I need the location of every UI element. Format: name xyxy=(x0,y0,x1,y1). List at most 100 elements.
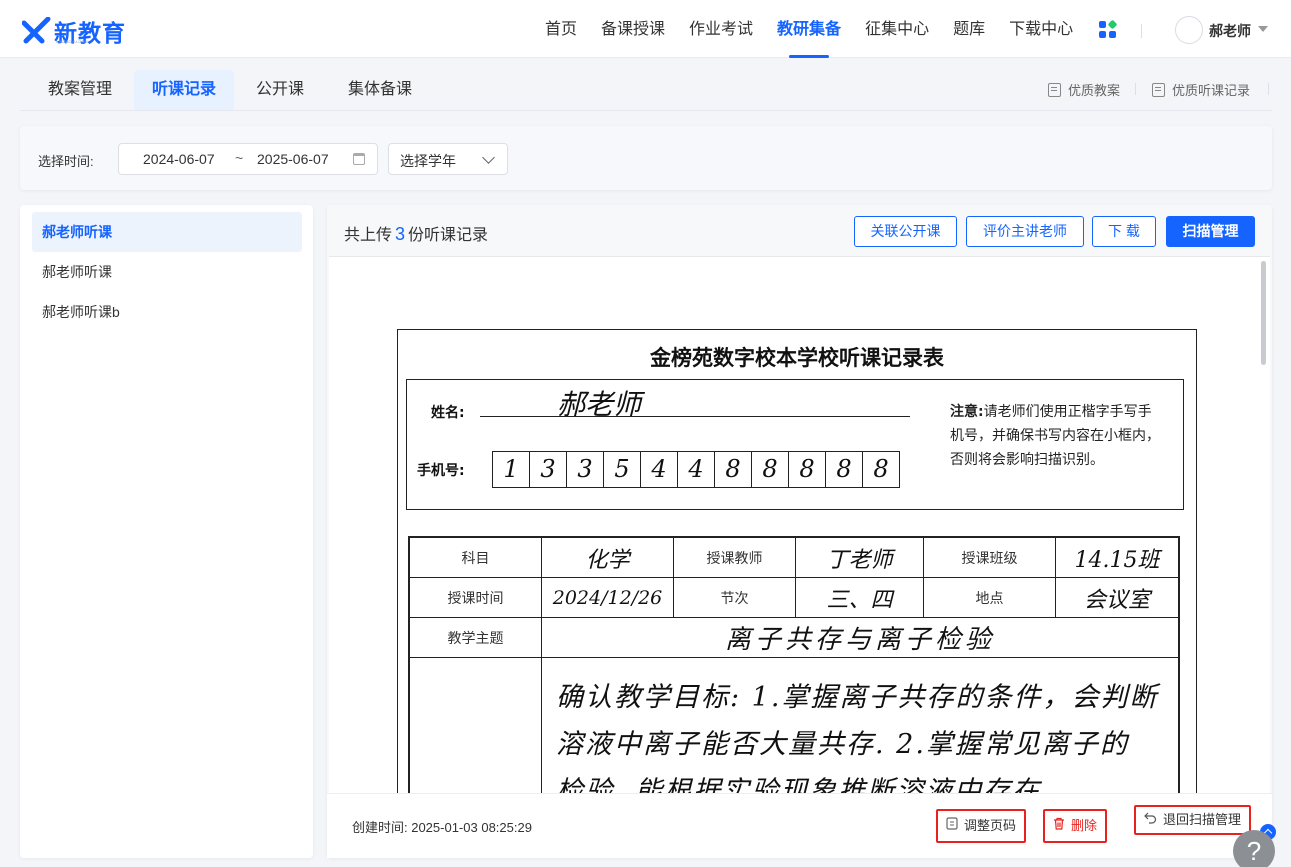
back-to-scan-button[interactable]: 退回扫描管理 xyxy=(1134,805,1252,835)
document-viewer[interactable]: 金榜苑数字校本学校听课记录表 姓名: 郝老师 手机号: 1 3 3 5 4 4 … xyxy=(329,256,1270,793)
count-suffix: 份听课记录 xyxy=(408,227,489,244)
link-divider xyxy=(1268,83,1269,95)
phone-digit: 3 xyxy=(566,451,604,488)
content-line: 确认教学目标: 1.掌握离子共存的条件，会判断 xyxy=(556,682,1159,713)
logo-mark-icon xyxy=(21,16,52,45)
logo-subtext: XINJIAOYU.COM xyxy=(56,39,88,44)
school-year-select[interactable]: 选择学年 xyxy=(388,143,508,175)
user-name[interactable]: 郝老师 xyxy=(1209,21,1251,41)
nav-question-bank[interactable]: 题库 xyxy=(953,0,985,58)
phone-digit: 8 xyxy=(825,451,863,488)
observation-form-scan: 金榜苑数字校本学校听课记录表 姓名: 郝老师 手机号: 1 3 3 5 4 4 … xyxy=(397,329,1197,793)
caret-down-icon[interactable] xyxy=(1258,26,1268,32)
filter-bar: 选择时间: 2024-06-07 ~ 2025-06-07 选择学年 xyxy=(20,126,1272,190)
list-item[interactable]: 郝老师听课 xyxy=(32,212,302,252)
record-list-panel: 郝老师听课 郝老师听课 郝老师听课b xyxy=(20,205,313,858)
page-order-icon xyxy=(946,811,958,841)
tab-lesson-plans[interactable]: 教案管理 xyxy=(32,70,128,110)
subject-label: 科目 xyxy=(409,537,542,578)
name-underline xyxy=(480,416,910,417)
download-button[interactable]: 下 载 xyxy=(1092,216,1156,247)
teacher-info-box: 姓名: 郝老师 手机号: 1 3 3 5 4 4 8 8 8 8 8 注意:请老… xyxy=(406,379,1184,510)
date-range-picker[interactable]: 2024-06-07 ~ 2025-06-07 xyxy=(118,143,378,175)
sub-tabs: 教案管理 听课记录 公开课 集体备课 优质教案 优质听课记录 xyxy=(20,70,1272,111)
help-button[interactable]: ? xyxy=(1233,830,1275,867)
phone-digit: 4 xyxy=(677,451,715,488)
header-divider xyxy=(1141,24,1142,38)
undo-icon xyxy=(1144,807,1157,833)
content-label-cell xyxy=(409,657,542,793)
avatar[interactable] xyxy=(1175,16,1203,44)
link-open-class-button[interactable]: 关联公开课 xyxy=(854,216,957,247)
list-item[interactable]: 郝老师听课 xyxy=(32,252,302,292)
adjust-page-label: 调整页码 xyxy=(964,818,1017,833)
notice-heading: 注意: xyxy=(950,404,984,420)
phone-digit: 4 xyxy=(640,451,678,488)
phone-digit: 8 xyxy=(751,451,789,488)
viewer-scrollbar[interactable] xyxy=(1261,261,1266,365)
class-value: 14.15班 xyxy=(1055,537,1179,578)
quality-observation-label: 优质听课记录 xyxy=(1172,83,1251,98)
content-line: 溶液中离子能否大量共存. 2.掌握常见离子的 xyxy=(556,729,1129,760)
phone-digit: 1 xyxy=(492,451,530,488)
time-label: 授课时间 xyxy=(409,577,542,618)
upload-count: 共上传 3 份听课记录 xyxy=(344,221,488,245)
place-label: 地点 xyxy=(923,577,1056,618)
delete-button[interactable]: 删除 xyxy=(1043,809,1108,843)
topic-label: 教学主题 xyxy=(409,617,542,658)
link-divider xyxy=(1135,83,1136,95)
form-notice: 注意:请老师们使用正楷字手写手机号，并确保书写内容在小框内，否则将会影响扫描识别… xyxy=(950,400,1165,472)
top-header: 新教育 XINJIAOYU.COM 首页 备课授课 作业考试 教研集备 征集中心… xyxy=(0,0,1291,58)
list-item[interactable]: 郝老师听课b xyxy=(32,292,302,332)
apps-grid-icon[interactable] xyxy=(1099,19,1118,39)
phone-digit: 8 xyxy=(714,451,752,488)
nav-home[interactable]: 首页 xyxy=(545,0,577,58)
nav-lesson-prep[interactable]: 备课授课 xyxy=(601,0,665,58)
subject-value: 化学 xyxy=(541,537,674,578)
logo[interactable]: 新教育 XINJIAOYU.COM xyxy=(21,14,126,48)
document-icon xyxy=(1152,82,1165,97)
phone-digit: 8 xyxy=(862,451,900,488)
date-start[interactable]: 2024-06-07 xyxy=(143,151,215,167)
name-value: 郝老师 xyxy=(557,388,642,421)
teacher-value: 丁老师 xyxy=(795,537,924,578)
tab-open-class[interactable]: 公开课 xyxy=(242,70,318,110)
phone-digit: 3 xyxy=(529,451,567,488)
back-to-scan-label: 退回扫描管理 xyxy=(1163,812,1242,827)
clipboard-icon xyxy=(1048,82,1061,97)
record-detail-panel: 共上传 3 份听课记录 关联公开课 评价主讲老师 下 载 扫描管理 金榜苑数字校本学… xyxy=(327,205,1272,858)
calendar-icon[interactable] xyxy=(353,153,365,165)
scan-manage-button[interactable]: 扫描管理 xyxy=(1166,216,1255,247)
nav-collection-center[interactable]: 征集中心 xyxy=(865,0,929,58)
tab-group-prep[interactable]: 集体备课 xyxy=(330,70,430,110)
school-year-label: 选择学年 xyxy=(400,153,456,169)
count-prefix: 共上传 xyxy=(344,227,393,244)
nav-download-center[interactable]: 下载中心 xyxy=(1009,0,1073,58)
nav-homework-exam[interactable]: 作业考试 xyxy=(689,0,753,58)
nav-teaching-research[interactable]: 教研集备 xyxy=(777,0,841,58)
period-label: 节次 xyxy=(673,577,796,618)
place-value: 会议室 xyxy=(1055,577,1179,618)
record-footer: 创建时间: 2025-01-03 08:25:29 调整页码 删除 退回扫描管理 xyxy=(327,793,1272,858)
date-separator: ~ xyxy=(235,150,244,166)
phone-digit: 5 xyxy=(603,451,641,488)
time-filter-label: 选择时间: xyxy=(38,154,94,169)
tab-observation-records[interactable]: 听课记录 xyxy=(134,70,234,110)
phone-label: 手机号: xyxy=(417,463,465,479)
evaluate-teacher-button[interactable]: 评价主讲老师 xyxy=(966,216,1084,247)
teacher-label: 授课教师 xyxy=(673,537,796,578)
quality-lesson-plans-label: 优质教案 xyxy=(1068,83,1121,98)
main-nav: 首页 备课授课 作业考试 教研集备 征集中心 题库 下载中心 xyxy=(545,0,1097,58)
period-value: 三、四 xyxy=(795,577,924,618)
quality-observation-link[interactable]: 优质听课记录 xyxy=(1152,80,1250,99)
date-end[interactable]: 2025-06-07 xyxy=(257,151,329,167)
class-label: 授课班级 xyxy=(923,537,1056,578)
quality-lesson-plans-link[interactable]: 优质教案 xyxy=(1048,80,1120,99)
phone-digit: 8 xyxy=(788,451,826,488)
form-title: 金榜苑数字校本学校听课记录表 xyxy=(650,346,944,370)
topic-value: 离子共存与离子检验 xyxy=(541,617,1179,658)
delete-label: 删除 xyxy=(1071,818,1098,833)
adjust-page-button[interactable]: 调整页码 xyxy=(936,809,1027,843)
content-line: 检验. 能根据实验现象推断溶液中存在 xyxy=(556,776,1042,793)
chevron-down-icon xyxy=(482,151,495,164)
